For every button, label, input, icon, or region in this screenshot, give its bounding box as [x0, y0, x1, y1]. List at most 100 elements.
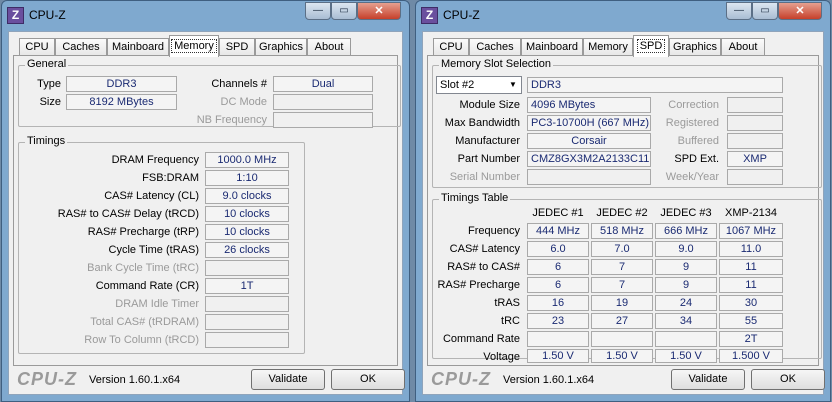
minimize-button[interactable]: —: [726, 2, 752, 20]
tras-label: Cycle Time (tRAS): [108, 244, 199, 256]
col-header-xmp: XMP-2134: [725, 207, 777, 219]
row-label-ras-precharge: RAS# Precharge: [437, 279, 520, 291]
cell-cr-jedec1: [527, 331, 589, 347]
serial-number-label: Serial Number: [449, 171, 520, 183]
close-button[interactable]: ✕: [778, 2, 822, 20]
footer: CPU-Z Version 1.60.1.x64 Validate OK: [9, 364, 405, 394]
trp-value: 10 clocks: [205, 224, 289, 240]
memory-slot-selection-group: Memory Slot Selection Slot #2 ▼ DDR3 Mod…: [432, 58, 822, 188]
cell-trc-jedec1: 23: [527, 313, 589, 329]
buffered-label: Buffered: [677, 135, 719, 147]
tab-caches[interactable]: Caches: [55, 38, 107, 56]
maximize-button[interactable]: ▭: [331, 2, 357, 20]
cell-cr-jedec3: [655, 331, 717, 347]
cell-frequency-jedec2: 518 MHz: [591, 223, 653, 239]
cell-rcd-xmp: 11: [719, 259, 783, 275]
tab-cpu[interactable]: CPU: [433, 38, 469, 56]
cpuz-logo: CPU-Z: [431, 369, 491, 389]
tab-about[interactable]: About: [307, 38, 351, 56]
cell-cas-xmp: 11.0: [719, 241, 783, 257]
general-legend: General: [25, 58, 69, 70]
nb-frequency-value: [273, 112, 373, 128]
cell-rp-xmp: 11: [719, 277, 783, 293]
tab-spd[interactable]: SPD: [219, 38, 255, 56]
tab-spd[interactable]: SPD: [633, 35, 669, 57]
cpuz-app-icon[interactable]: Z: [421, 7, 438, 24]
tras-value: 26 clocks: [205, 242, 289, 258]
module-size-label: Module Size: [459, 99, 520, 111]
dram-frequency-value: 1000.0 MHz: [205, 152, 289, 168]
tab-spd-label: SPD: [636, 39, 666, 53]
cell-cas-jedec1: 6.0: [527, 241, 589, 257]
cell-trc-jedec2: 27: [591, 313, 653, 329]
tab-caches[interactable]: Caches: [469, 38, 521, 56]
dram-frequency-label: DRAM Frequency: [111, 154, 199, 166]
memory-panel: General Type DDR3 Size 8192 MBytes Chann…: [13, 55, 401, 366]
title-bar[interactable]: Z CPU-Z — ▭ ✕: [2, 1, 409, 31]
cell-tras-xmp: 30: [719, 295, 783, 311]
week-year-label: Week/Year: [665, 171, 719, 183]
cpuz-window-memory: Z CPU-Z — ▭ ✕ CPU Caches Mainboard Memor…: [1, 0, 410, 402]
cell-rcd-jedec2: 7: [591, 259, 653, 275]
ok-button[interactable]: OK: [751, 369, 825, 390]
window-client: CPU Caches Mainboard Memory SPD Graphics…: [422, 31, 825, 395]
tab-about[interactable]: About: [721, 38, 765, 56]
general-group: General Type DDR3 Size 8192 MBytes Chann…: [18, 58, 401, 128]
dram-idle-timer-value: [205, 296, 289, 312]
part-number-value: CMZ8GX3M2A2133C11: [527, 151, 651, 167]
trp-label: RAS# Precharge (tRP): [87, 226, 199, 238]
cpuz-window-spd: Z CPU-Z — ▭ ✕ CPU Caches Mainboard Memor…: [415, 0, 831, 402]
row-to-column-value: [205, 332, 289, 348]
cell-tras-jedec1: 16: [527, 295, 589, 311]
tab-memory[interactable]: Memory: [583, 38, 633, 56]
command-rate-value: 1T: [205, 278, 289, 294]
registered-value: [727, 115, 783, 131]
version-text: Version 1.60.1.x64: [503, 374, 595, 386]
row-label-voltage: Voltage: [483, 351, 520, 363]
slot-selection-legend: Memory Slot Selection: [439, 58, 554, 70]
cell-cas-jedec2: 7.0: [591, 241, 653, 257]
cell-voltage-jedec3: 1.50 V: [655, 349, 717, 363]
cell-frequency-jedec3: 666 MHz: [655, 223, 717, 239]
cell-rp-jedec3: 9: [655, 277, 717, 293]
dram-idle-timer-label: DRAM Idle Timer: [115, 298, 199, 310]
tab-graphics[interactable]: Graphics: [669, 38, 721, 56]
cpuz-logo: CPU-Z: [17, 369, 77, 389]
type-value: DDR3: [66, 76, 177, 92]
row-label-frequency: Frequency: [468, 225, 520, 237]
cell-rcd-jedec3: 9: [655, 259, 717, 275]
maximize-button[interactable]: ▭: [752, 2, 778, 20]
footer: CPU-Z Version 1.60.1.x64 Validate OK: [423, 364, 825, 394]
cell-frequency-jedec1: 444 MHz: [527, 223, 589, 239]
total-cas-value: [205, 314, 289, 330]
window-title: CPU-Z: [443, 8, 480, 22]
cpuz-app-icon[interactable]: Z: [7, 7, 24, 24]
title-bar[interactable]: Z CPU-Z — ▭ ✕: [416, 1, 830, 31]
row-label-cas-latency: CAS# Latency: [449, 243, 520, 255]
tab-graphics[interactable]: Graphics: [255, 38, 307, 56]
week-year-value: [727, 169, 783, 185]
cell-cr-jedec2: [591, 331, 653, 347]
validate-button[interactable]: Validate: [251, 369, 325, 390]
tab-cpu[interactable]: CPU: [19, 38, 55, 56]
module-size-value: 4096 MBytes: [527, 97, 651, 113]
tab-mainboard[interactable]: Mainboard: [521, 38, 583, 56]
minimize-button[interactable]: —: [305, 2, 331, 20]
ok-button[interactable]: OK: [331, 369, 405, 390]
serial-number-value: [527, 169, 651, 185]
size-label: Size: [39, 96, 61, 108]
part-number-label: Part Number: [457, 153, 520, 165]
manufacturer-label: Manufacturer: [455, 135, 520, 147]
tab-mainboard[interactable]: Mainboard: [107, 38, 169, 56]
spd-panel: Memory Slot Selection Slot #2 ▼ DDR3 Mod…: [427, 55, 822, 366]
channels-label: Channels #: [211, 78, 267, 90]
slot-select[interactable]: Slot #2 ▼: [436, 76, 522, 94]
tab-memory[interactable]: Memory: [169, 35, 219, 57]
close-button[interactable]: ✕: [357, 2, 401, 20]
trcd-value: 10 clocks: [205, 206, 289, 222]
dc-mode-value: [273, 94, 373, 110]
validate-button[interactable]: Validate: [671, 369, 745, 390]
chevron-down-icon: ▼: [509, 80, 517, 89]
timings-table-legend: Timings Table: [439, 192, 511, 204]
max-bandwidth-label: Max Bandwidth: [444, 117, 520, 129]
